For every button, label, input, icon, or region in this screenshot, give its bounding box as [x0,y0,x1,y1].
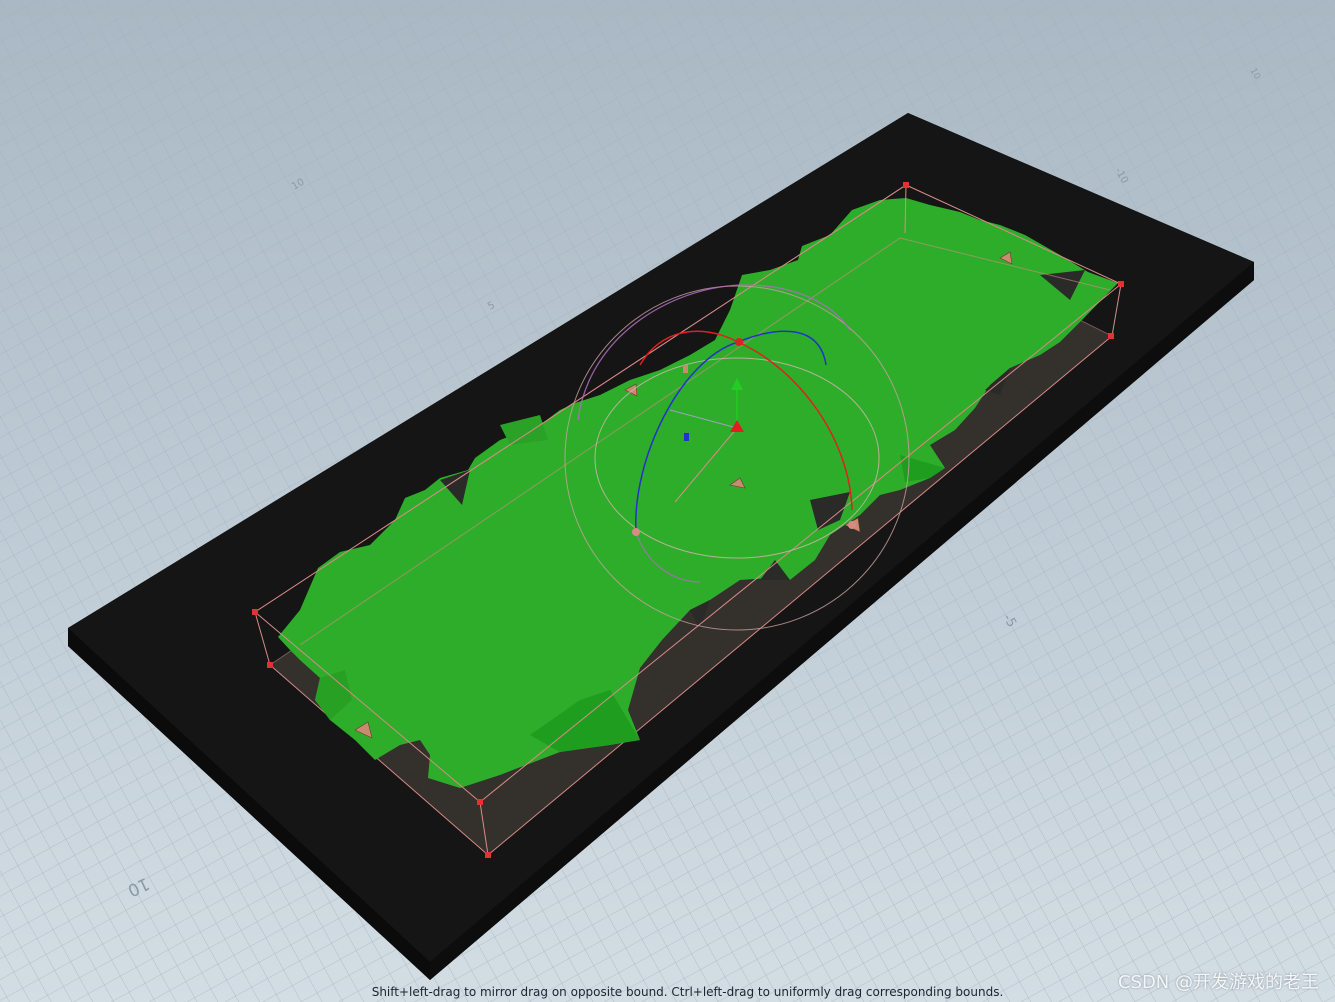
3d-viewport[interactable]: 10 -5 5 10 -10 10 Shift+left-drag to mir… [0,0,1335,1002]
watermark: CSDN @开发游戏的老王 [1117,972,1319,993]
bound-handle[interactable] [485,852,491,858]
bound-handle[interactable] [1118,281,1124,287]
viewport-canvas[interactable]: 10 -5 5 10 -10 10 [0,0,1335,1002]
bound-handle[interactable] [252,609,258,615]
bound-handle[interactable] [1108,333,1114,339]
bound-handle[interactable] [267,662,273,668]
status-message: Shift+left-drag to mirror drag on opposi… [371,985,1004,999]
bound-handle[interactable] [477,799,483,805]
bound-handle[interactable] [903,182,909,188]
